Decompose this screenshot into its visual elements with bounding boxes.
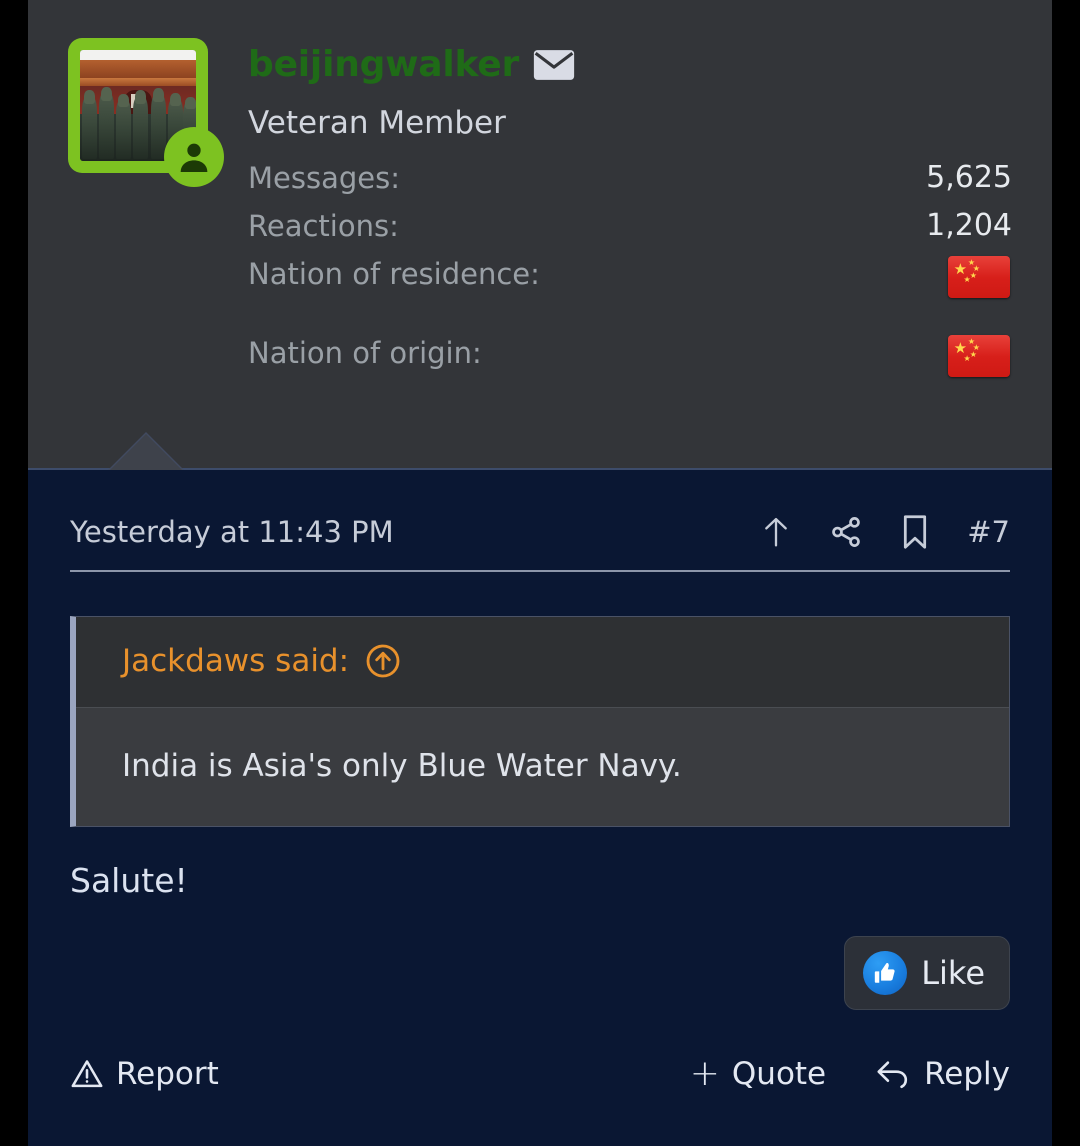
up-arrow-icon[interactable]	[761, 515, 791, 549]
username-row: beijingwalker	[248, 38, 1022, 92]
post-meta-row: Yesterday at 11:43 PM #7	[70, 470, 1010, 572]
forum-post-card: beijingwalker Veteran Member Messages: 5…	[28, 0, 1052, 1146]
post-footer-actions: Report + Quote Reply	[70, 1056, 1010, 1134]
quote-author[interactable]: Jackdaws said:	[122, 643, 349, 679]
circled-up-arrow-icon[interactable]	[365, 643, 401, 679]
post-user-header: beijingwalker Veteran Member Messages: 5…	[28, 0, 1052, 470]
stat-label: Messages:	[248, 161, 400, 196]
username[interactable]: beijingwalker	[248, 47, 519, 83]
like-label: Like	[921, 954, 985, 992]
reply-label: Reply	[924, 1056, 1010, 1092]
post-header-actions: #7	[761, 514, 1010, 550]
report-button[interactable]: Report	[70, 1056, 219, 1092]
user-stats: Messages: 5,625 Reactions: 1,204 Nation …	[248, 160, 1022, 414]
footer-right-actions: + Quote Reply	[689, 1053, 1010, 1094]
screenshot-root: beijingwalker Veteran Member Messages: 5…	[0, 0, 1080, 1146]
china-flag-icon: ★ ★ ★ ★ ★	[948, 256, 1010, 299]
footer-left-actions: Report	[70, 1056, 219, 1092]
quote-header: Jackdaws said:	[76, 617, 1009, 708]
china-flag-icon: ★ ★ ★ ★ ★	[948, 335, 1010, 378]
plus-icon: +	[689, 1053, 720, 1094]
reaction-bar: Like	[70, 936, 1010, 1010]
stat-row-nation-of-residence: Nation of residence: ★ ★ ★ ★ ★	[248, 256, 1022, 335]
stat-label: Nation of origin:	[248, 336, 482, 371]
stat-label: Reactions:	[248, 209, 399, 244]
speech-pointer-fill	[110, 434, 182, 470]
post-message: Salute!	[70, 861, 188, 900]
avatar[interactable]	[68, 38, 224, 187]
stat-row-reactions: Reactions: 1,204	[248, 208, 1022, 256]
user-meta: beijingwalker Veteran Member Messages: 5…	[248, 38, 1022, 414]
post-date[interactable]: Yesterday at 11:43 PM	[70, 515, 394, 549]
stat-value: 1,204	[926, 208, 1012, 244]
bookmark-icon[interactable]	[901, 514, 929, 550]
stat-value: 5,625	[926, 160, 1012, 196]
quote-block: Jackdaws said: India is Asia's only Blue…	[70, 616, 1010, 827]
user-title: Veteran Member	[248, 105, 506, 141]
share-icon[interactable]	[829, 515, 863, 549]
reply-arrow-icon	[874, 1058, 912, 1090]
thumbs-up-icon	[863, 951, 908, 995]
post-body: Yesterday at 11:43 PM #7 Jackdaws said: …	[28, 470, 1052, 1134]
like-button[interactable]: Like	[844, 936, 1010, 1010]
quote-label: Quote	[731, 1056, 827, 1092]
reply-button[interactable]: Reply	[874, 1056, 1010, 1092]
envelope-icon[interactable]	[533, 49, 575, 81]
quote-button[interactable]: + Quote	[689, 1053, 827, 1094]
stat-row-messages: Messages: 5,625	[248, 160, 1022, 208]
quote-text: India is Asia's only Blue Water Navy.	[122, 748, 682, 784]
user-circle-icon	[164, 127, 224, 187]
stat-label: Nation of residence:	[248, 257, 540, 292]
report-label: Report	[116, 1056, 219, 1092]
stat-row-nation-of-origin: Nation of origin: ★ ★ ★ ★ ★	[248, 335, 1022, 414]
post-number[interactable]: #7	[967, 515, 1010, 549]
warning-triangle-icon	[70, 1057, 104, 1091]
